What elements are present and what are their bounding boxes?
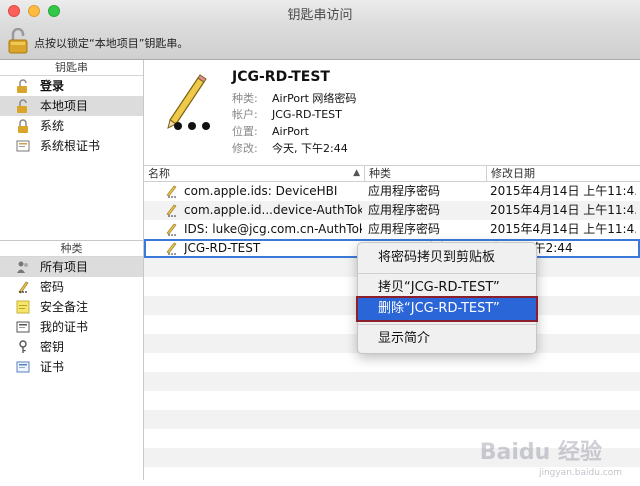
column-header-date[interactable]: 修改日期: [486, 166, 640, 181]
pencil-icon: [164, 241, 178, 255]
sidebar-item-certificates[interactable]: 证书: [0, 357, 143, 377]
sidebar-item-label: 登录: [40, 79, 65, 93]
row-kind: 应用程序密码: [368, 203, 441, 217]
sidebar: 钥匙串 登录 本地项目 系统 系统根证书 种类 所有项目 密码 安全备注 我的证…: [0, 60, 144, 480]
sidebar-item-label: 密钥: [40, 340, 65, 354]
table-row-empty: [144, 372, 640, 391]
pencil-icon: [164, 203, 178, 217]
row-name: JCG-RD-TEST: [184, 241, 261, 255]
detail-kind-value: AirPort 网络密码: [272, 92, 357, 105]
context-menu: 将密码拷贝到剪贴板 拷贝“JCG-RD-TEST” 删除“JCG-RD-TEST…: [357, 242, 537, 354]
detail-kind-row: 种类: AirPort 网络密码: [232, 90, 356, 106]
row-kind: 应用程序密码: [368, 222, 441, 236]
row-name: IDS: luke@jcg.com.cn-AuthToken: [184, 222, 362, 236]
lock-open-icon[interactable]: [8, 27, 28, 57]
detail-modified-label: 修改:: [232, 142, 258, 155]
sidebar-item-label: 系统: [40, 119, 65, 133]
row-date: 2015年4月14日 上午11:4...: [490, 203, 636, 217]
column-header-name[interactable]: 名称 ▲: [144, 166, 364, 181]
sidebar-item-all-items[interactable]: 所有项目: [0, 257, 143, 277]
table-row-empty: [144, 353, 640, 372]
sidebar-item-label: 系统根证书: [40, 139, 101, 153]
lock-open-icon: [16, 79, 30, 93]
sidebar-item-passwords[interactable]: 密码: [0, 277, 143, 297]
sidebar-item-label: 证书: [40, 360, 65, 374]
watermark-logo: Baidu 经验: [479, 440, 602, 465]
detail-where-value: AirPort: [272, 125, 309, 138]
detail-account-value: JCG-RD-TEST: [272, 108, 342, 121]
toolbar: 点按以锁定“本地项目”钥匙串。: [0, 24, 640, 60]
certificate-icon: [16, 139, 30, 153]
detail-account-row: 帐户: JCG-RD-TEST: [232, 106, 342, 122]
sidebar-item-secure-notes[interactable]: 安全备注: [0, 297, 143, 317]
sidebar-item-label: 所有项目: [40, 260, 89, 274]
sort-ascending-icon: ▲: [353, 168, 360, 178]
sidebar-item-my-certificates[interactable]: 我的证书: [0, 317, 143, 337]
menu-item-get-info[interactable]: 显示简介: [358, 328, 536, 350]
menu-item-delete[interactable]: 删除“JCG-RD-TEST”: [358, 298, 536, 320]
menu-item-copy-password[interactable]: 将密码拷贝到剪贴板: [358, 247, 536, 269]
detail-kind-label: 种类:: [232, 92, 258, 105]
lock-icon: [16, 119, 30, 133]
menu-item-copy-item[interactable]: 拷贝“JCG-RD-TEST”: [358, 277, 536, 299]
table-row[interactable]: com.apple.ids: DeviceHBI 应用程序密码 2015年4月1…: [144, 182, 640, 201]
menu-separator: [358, 324, 536, 325]
menu-separator: [358, 273, 536, 274]
table-row-empty: [144, 391, 640, 410]
password-item-icon: [156, 72, 218, 137]
table-row[interactable]: com.apple.id...device-AuthToken 应用程序密码 2…: [144, 201, 640, 220]
pencil-icon: [164, 184, 178, 198]
sidebar-item-local-items[interactable]: 本地项目: [0, 96, 143, 116]
row-name: com.apple.id...device-AuthToken: [184, 203, 362, 217]
row-date: 2015年4月14日 上午11:4...: [490, 222, 636, 236]
detail-where-row: 位置: AirPort: [232, 123, 309, 139]
sidebar-item-login[interactable]: 登录: [0, 76, 143, 96]
detail-modified-value: 今天, 下午2:44: [272, 142, 348, 155]
item-name: JCG-RD-TEST: [232, 69, 330, 85]
row-kind: 应用程序密码: [368, 184, 441, 198]
certificate-icon: [16, 320, 30, 334]
row-name: com.apple.ids: DeviceHBI: [184, 184, 338, 198]
title-bar: 钥匙串访问: [0, 0, 640, 24]
sidebar-item-system-roots[interactable]: 系统根证书: [0, 136, 143, 156]
detail-modified-row: 修改: 今天, 下午2:44: [232, 140, 348, 156]
sidebar-item-label: 安全备注: [40, 300, 89, 314]
table-row[interactable]: IDS: luke@jcg.com.cn-AuthToken 应用程序密码 20…: [144, 220, 640, 239]
sidebar-item-keys[interactable]: 密钥: [0, 337, 143, 357]
people-icon: [16, 260, 30, 274]
detail-where-label: 位置:: [232, 125, 258, 138]
row-date: 2015年4月14日 上午11:4...: [490, 184, 636, 198]
sidebar-item-label: 密码: [40, 280, 65, 294]
sidebar-item-system[interactable]: 系统: [0, 116, 143, 136]
window-title: 钥匙串访问: [287, 8, 353, 23]
note-icon: [16, 300, 30, 314]
pencil-icon: [164, 222, 178, 236]
detail-panel: JCG-RD-TEST 种类: AirPort 网络密码 帐户: JCG-RD-TE…: [144, 60, 640, 166]
sidebar-item-label: 本地项目: [40, 99, 89, 113]
watermark-url: jingyan.baidu.com: [538, 468, 622, 478]
table-header: 名称 ▲ 种类 修改日期: [144, 166, 640, 182]
detail-account-label: 帐户:: [232, 108, 258, 121]
key-icon: [16, 340, 30, 354]
lock-status-text: 点按以锁定“本地项目”钥匙串。: [34, 37, 189, 50]
lock-open-icon: [16, 99, 30, 113]
keychains-header: 钥匙串: [0, 60, 143, 76]
table-row-empty: [144, 410, 640, 429]
category-header: 种类: [0, 241, 143, 257]
certificate-icon: [16, 360, 30, 374]
pencil-icon: [16, 280, 30, 294]
sidebar-item-label: 我的证书: [40, 320, 89, 334]
column-header-kind[interactable]: 种类: [364, 166, 486, 181]
